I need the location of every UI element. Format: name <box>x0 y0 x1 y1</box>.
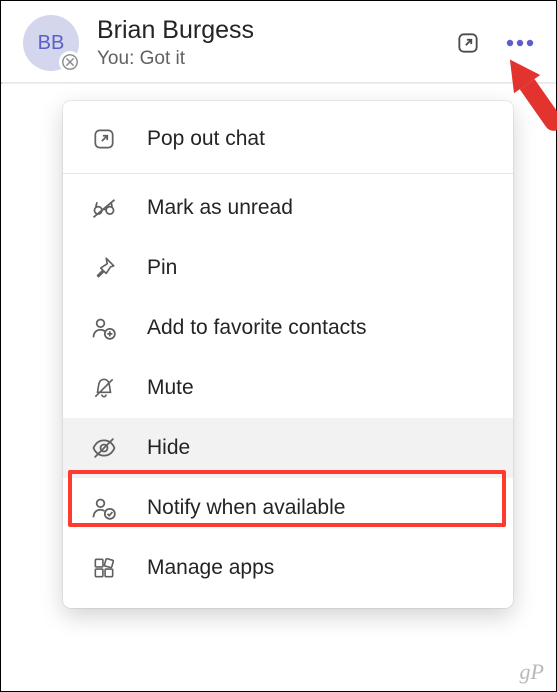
menu-item-label: Mark as unread <box>147 196 293 220</box>
menu-item-pin[interactable]: Pin <box>63 238 513 298</box>
chat-text: Brian Burgess You: Got it <box>97 15 450 72</box>
chat-list-item[interactable]: BB Brian Burgess You: Got it <box>1 1 556 82</box>
menu-item-notify[interactable]: Notify when available <box>63 478 513 538</box>
pop-out-button[interactable] <box>450 25 486 61</box>
person-check-icon <box>89 493 119 523</box>
pin-icon <box>89 253 119 283</box>
eye-slash-icon <box>89 433 119 463</box>
context-menu: Pop out chat Mark as unread Pin <box>63 101 513 608</box>
bell-slash-icon <box>89 373 119 403</box>
menu-item-label: Add to favorite contacts <box>147 316 366 340</box>
avatar-wrap: BB <box>23 15 79 71</box>
avatar-initials: BB <box>38 32 65 55</box>
pop-out-icon <box>89 124 119 154</box>
apps-icon <box>89 553 119 583</box>
menu-item-manage-apps[interactable]: Manage apps <box>63 538 513 598</box>
chat-contact-name: Brian Burgess <box>97 15 450 45</box>
more-options-button[interactable] <box>502 25 538 61</box>
menu-item-add-favorite[interactable]: Add to favorite contacts <box>63 298 513 358</box>
divider <box>1 82 556 84</box>
menu-separator <box>63 173 513 174</box>
menu-item-label: Mute <box>147 376 194 400</box>
menu-item-label: Hide <box>147 436 190 460</box>
presence-offline-icon <box>59 51 81 73</box>
menu-item-label: Notify when available <box>147 496 345 520</box>
chat-actions <box>450 25 538 61</box>
menu-item-pop-out[interactable]: Pop out chat <box>63 109 513 169</box>
chat-preview: You: Got it <box>97 47 450 72</box>
menu-item-label: Pop out chat <box>147 127 265 151</box>
menu-item-label: Manage apps <box>147 556 274 580</box>
menu-item-mute[interactable]: Mute <box>63 358 513 418</box>
menu-item-mark-unread[interactable]: Mark as unread <box>63 178 513 238</box>
menu-item-label: Pin <box>147 256 177 280</box>
people-add-icon <box>89 313 119 343</box>
menu-item-hide[interactable]: Hide <box>63 418 513 478</box>
glasses-slash-icon <box>89 193 119 223</box>
watermark: gP <box>520 659 544 685</box>
